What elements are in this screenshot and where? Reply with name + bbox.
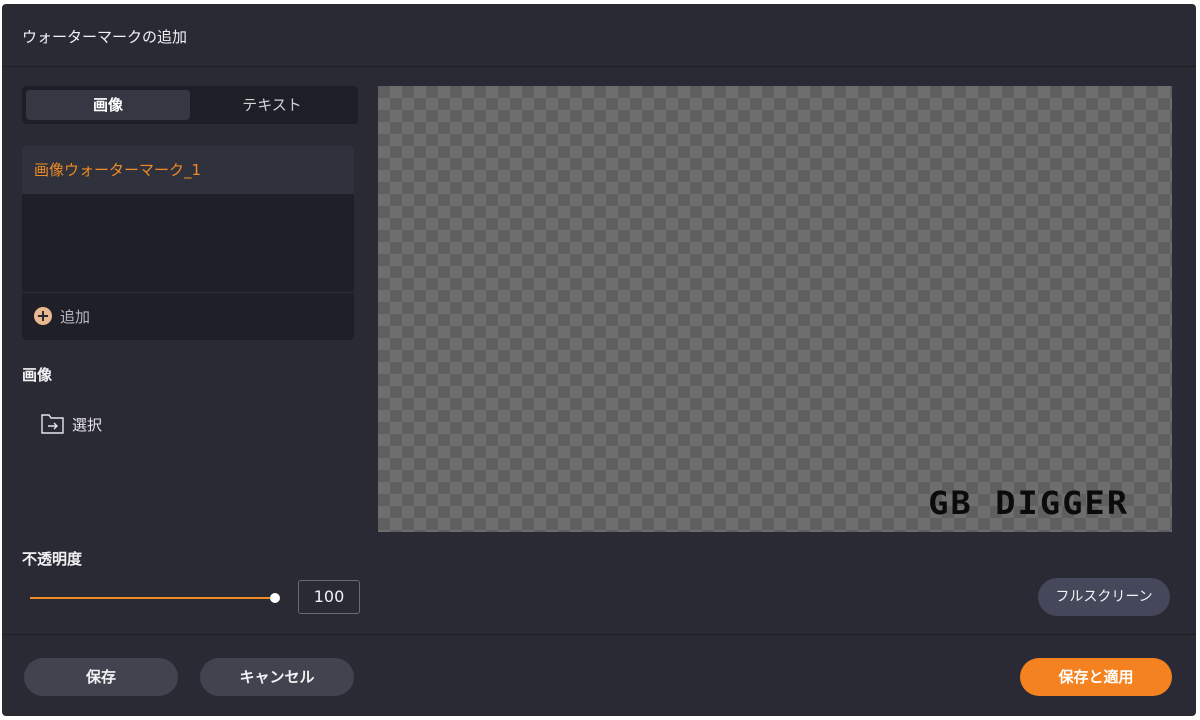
select-image-button[interactable]: 選択	[40, 410, 102, 438]
save-button[interactable]: 保存	[24, 658, 178, 696]
watermark-dialog: ウォーターマークの追加 画像 テキスト 画像ウォーターマーク_1 追加 画像 選…	[2, 4, 1196, 716]
footer-divider	[2, 634, 1196, 635]
plus-circle-icon	[34, 307, 52, 325]
list-item-watermark[interactable]: 画像ウォーターマーク_1	[22, 146, 354, 194]
add-label: 追加	[60, 307, 91, 326]
opacity-slider[interactable]	[30, 590, 280, 606]
image-section-heading: 画像	[22, 366, 53, 384]
preview-canvas: GB DIGGER	[378, 86, 1172, 532]
watermark-list: 画像ウォーターマーク_1 追加	[22, 146, 354, 340]
folder-arrow-icon	[41, 414, 64, 434]
fullscreen-button[interactable]: フルスクリーン	[1038, 578, 1170, 616]
title-bar: ウォーターマークの追加	[2, 4, 1196, 67]
dialog-title: ウォーターマークの追加	[22, 28, 188, 46]
add-watermark-button[interactable]: 追加	[34, 304, 90, 328]
tab-image[interactable]: 画像	[26, 90, 190, 120]
slider-fill	[30, 597, 270, 599]
watermark-preview-logo[interactable]: GB DIGGER	[928, 484, 1129, 522]
list-divider	[22, 292, 354, 293]
opacity-value-input[interactable]: 100	[298, 580, 360, 614]
cancel-button[interactable]: キャンセル	[200, 658, 354, 696]
save-and-apply-button[interactable]: 保存と適用	[1020, 658, 1172, 696]
tab-text[interactable]: テキスト	[190, 90, 354, 120]
watermark-type-tabs: 画像 テキスト	[22, 86, 358, 124]
opacity-heading: 不透明度	[22, 550, 83, 568]
slider-knob[interactable]	[270, 593, 280, 603]
select-label: 選択	[72, 415, 103, 434]
